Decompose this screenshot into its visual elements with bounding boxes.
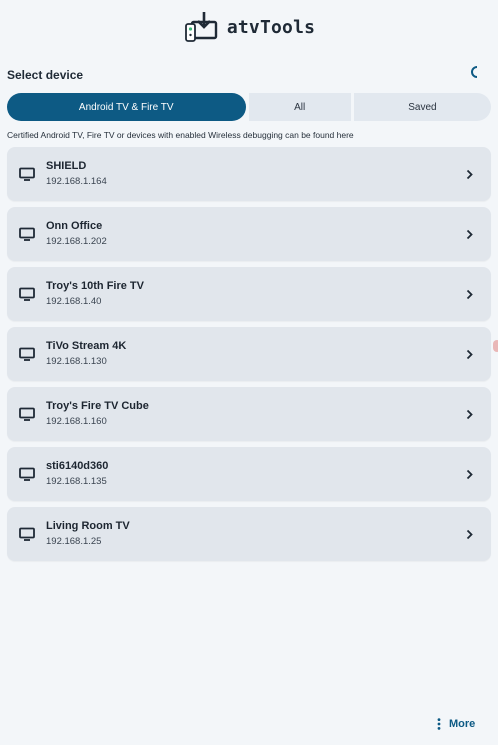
device-text: SHIELD 192.168.1.164 [46,159,107,188]
tab-all[interactable]: All [248,93,351,121]
device-ip: 192.168.1.160 [46,416,107,427]
device-list-item[interactable]: TiVo Stream 4K 192.168.1.130 [7,327,491,381]
device-list-item[interactable]: Troy's Fire TV Cube 192.168.1.160 [7,387,491,441]
section-title: Select device [7,68,84,82]
helper-text: Certified Android TV, Fire TV or devices… [7,130,354,140]
tab-android-tv-fire-tv[interactable]: Android TV & Fire TV [7,93,246,121]
tv-icon [19,167,35,181]
device-text: Troy's 10th Fire TV 192.168.1.40 [46,279,144,308]
device-ip: 192.168.1.135 [46,476,107,487]
device-ip: 192.168.1.40 [46,296,102,307]
device-list-item[interactable]: sti6140d360 192.168.1.135 [7,447,491,501]
device-list: SHIELD 192.168.1.164 Onn Office 192.168.… [7,147,491,561]
device-ip: 192.168.1.202 [46,236,107,247]
device-name: Troy's 10th Fire TV [46,280,144,292]
device-ip: 192.168.1.164 [46,176,107,187]
device-text: Living Room TV 192.168.1.25 [46,519,130,548]
more-vertical-icon [437,718,441,730]
tv-icon [19,347,35,361]
device-name: Troy's Fire TV Cube [46,400,149,412]
tab-saved[interactable]: Saved [353,93,491,121]
device-list-item[interactable]: Onn Office 192.168.1.202 [7,207,491,261]
download-tv-logo-icon [184,12,218,42]
device-list-item[interactable]: Troy's 10th Fire TV 192.168.1.40 [7,267,491,321]
device-name: SHIELD [46,160,87,172]
tv-icon [19,407,35,421]
device-list-item[interactable]: SHIELD 192.168.1.164 [7,147,491,201]
chevron-right-icon [466,169,473,179]
app-header: atvTools [0,10,498,44]
device-list-item[interactable]: Living Room TV 192.168.1.25 [7,507,491,561]
more-label: More [449,718,476,730]
device-name: Living Room TV [46,520,130,532]
chevron-right-icon [466,529,473,539]
chevron-right-icon [466,289,473,299]
device-picker-screen: atvTools Select device Android TV & Fire… [0,0,498,745]
tv-icon [19,467,35,481]
chevron-right-icon [466,409,473,419]
tv-icon [19,227,35,241]
device-filter-tabs: Android TV & Fire TV All Saved [7,93,491,121]
device-name: sti6140d360 [46,460,109,472]
device-ip: 192.168.1.130 [46,356,107,367]
device-name: TiVo Stream 4K [46,340,127,352]
device-ip: 192.168.1.25 [46,536,102,547]
device-text: Troy's Fire TV Cube 192.168.1.160 [46,399,149,428]
more-button[interactable]: More [437,718,475,730]
device-text: sti6140d360 192.168.1.135 [46,459,108,488]
tv-icon [19,287,35,301]
device-text: TiVo Stream 4K 192.168.1.130 [46,339,126,368]
spinner-icon [471,66,478,78]
device-text: Onn Office 192.168.1.202 [46,219,107,248]
chevron-right-icon [466,469,473,479]
chevron-right-icon [466,229,473,239]
edge-scroll-indicator [493,340,498,352]
chevron-right-icon [466,349,473,359]
tv-icon [19,527,35,541]
device-name: Onn Office [46,220,103,232]
app-title: atvTools [226,16,316,38]
